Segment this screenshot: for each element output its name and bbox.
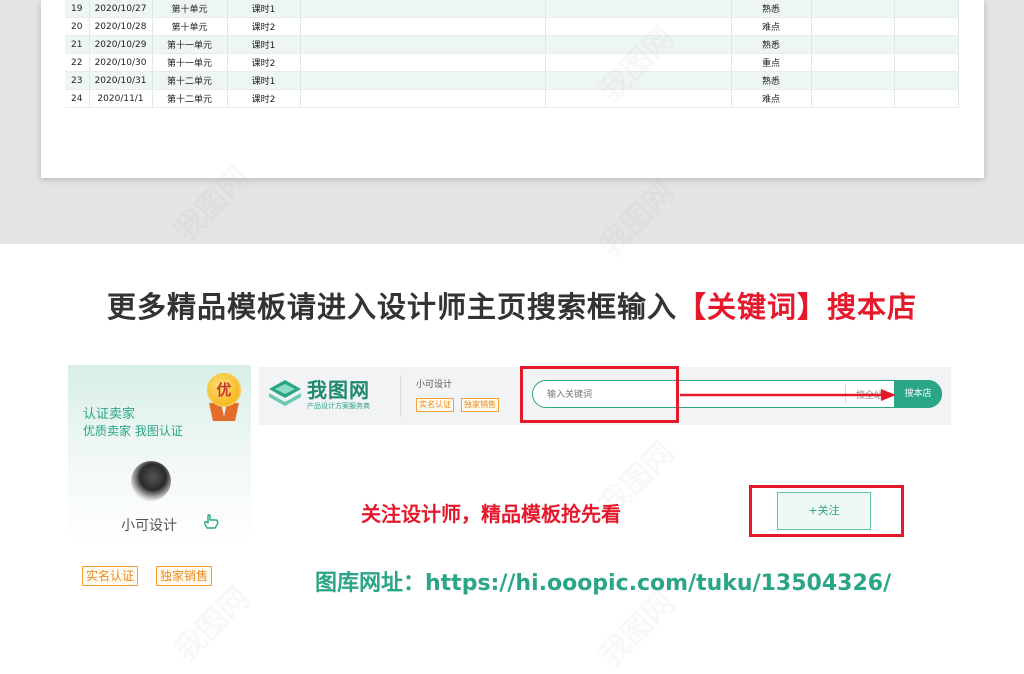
table-row: 24 2020/11/1 第十二单元 课时2 难点 <box>65 89 959 108</box>
empty-cell <box>894 17 959 36</box>
avatar[interactable] <box>131 461 171 501</box>
empty-cell <box>894 89 959 108</box>
verified-badge-small: 实名认证 <box>416 398 454 412</box>
unit-cell: 第十单元 <box>152 17 228 36</box>
medal-label: 优 <box>207 373 241 407</box>
schedule-table: 19 2020/10/27 第十单元 课时1 熟悉 20 2020/10/28 第十单元 课时2… <box>65 0 959 108</box>
seller-subtitle: 优质卖家 我图认证 <box>83 424 183 438</box>
note-cell: 重点 <box>731 53 812 72</box>
logo-icon <box>269 380 301 406</box>
empty-cell <box>300 53 546 72</box>
date-cell: 2020/10/28 <box>89 17 153 36</box>
note-cell: 熟悉 <box>731 71 812 90</box>
date-cell: 2020/10/29 <box>89 35 153 54</box>
lesson-cell: 课时2 <box>227 17 301 36</box>
unit-cell: 第十单元 <box>152 0 228 18</box>
empty-cell <box>300 0 546 18</box>
lesson-cell: 课时1 <box>227 0 301 18</box>
row-number-cell: 20 <box>65 17 90 36</box>
search-store-button[interactable]: 搜本店 <box>894 380 942 408</box>
headline-highlight: 【关键词】搜本店 <box>677 290 918 324</box>
seller-name[interactable]: 小可设计 <box>121 515 177 535</box>
unit-cell: 第十二单元 <box>152 71 228 90</box>
note-cell: 难点 <box>731 17 812 36</box>
lesson-cell: 课时2 <box>227 89 301 108</box>
empty-cell <box>811 71 895 90</box>
unit-cell: 第十二单元 <box>152 89 228 108</box>
table-row: 23 2020/10/31 第十二单元 课时1 熟悉 <box>65 71 959 90</box>
empty-cell <box>811 53 895 72</box>
empty-cell <box>545 17 732 36</box>
empty-cell <box>300 89 546 108</box>
unit-cell: 第十一单元 <box>152 35 228 54</box>
medal-icon: 优 <box>205 373 243 423</box>
empty-cell <box>811 0 895 18</box>
exclusive-badge-small: 独家销售 <box>461 398 499 412</box>
row-number-cell: 23 <box>65 71 90 90</box>
table-row: 20 2020/10/28 第十单元 课时2 难点 <box>65 17 959 36</box>
shop-name[interactable]: 小可设计 <box>416 377 452 390</box>
follow-tip: 关注设计师，精品模板抢先看 <box>361 502 621 526</box>
headline-main: 更多精品模板请进入设计师主页搜索框输入 <box>106 290 677 324</box>
empty-cell <box>300 35 546 54</box>
verified-badge: 实名认证 <box>82 566 139 586</box>
date-cell: 2020/10/30 <box>89 53 153 72</box>
lesson-cell: 课时2 <box>227 53 301 72</box>
row-number-cell: 22 <box>65 53 90 72</box>
empty-cell <box>894 71 959 90</box>
seller-title: 认证卖家 <box>83 407 136 422</box>
empty-cell <box>300 71 546 90</box>
logo-tagline: 产品设计方案服务商 <box>307 402 370 410</box>
document-preview-area: 19 2020/10/27 第十单元 课时1 熟悉 20 2020/10/28 第十单元 课时2… <box>0 0 1024 244</box>
empty-cell <box>545 89 732 108</box>
date-cell: 2020/10/31 <box>89 71 153 90</box>
table-row: 19 2020/10/27 第十单元 课时1 熟悉 <box>65 0 959 18</box>
divider <box>400 375 401 417</box>
empty-cell <box>300 17 546 36</box>
search-highlight-box <box>520 366 679 423</box>
lesson-cell: 课时1 <box>227 35 301 54</box>
empty-cell <box>545 35 732 54</box>
empty-cell <box>894 0 959 18</box>
empty-cell <box>545 0 732 18</box>
empty-cell <box>894 53 959 72</box>
unit-cell: 第十一单元 <box>152 53 228 72</box>
hand-pointer-icon <box>203 514 219 529</box>
watermark: 我图网 <box>168 580 257 669</box>
arrow-right-icon <box>680 389 896 401</box>
empty-cell <box>545 53 732 72</box>
table-row: 21 2020/10/29 第十一单元 课时1 熟悉 <box>65 35 959 54</box>
empty-cell <box>545 71 732 90</box>
note-cell: 难点 <box>731 89 812 108</box>
document-page: 19 2020/10/27 第十单元 课时1 熟悉 20 2020/10/28 第十单元 课时2… <box>41 0 984 178</box>
table-row: 22 2020/10/30 第十一单元 课时2 重点 <box>65 53 959 72</box>
date-cell: 2020/11/1 <box>89 89 153 108</box>
gallery-url[interactable]: 图库网址：https://hi.ooopic.com/tuku/13504326… <box>315 565 891 597</box>
promo-headline: 更多精品模板请进入设计师主页搜索框输入【关键词】搜本店 <box>0 284 1024 326</box>
seller-card: 认证卖家 优质卖家 我图认证 优 小可设计 <box>68 365 251 543</box>
note-cell: 熟悉 <box>731 0 812 18</box>
row-number-cell: 21 <box>65 35 90 54</box>
empty-cell <box>811 89 895 108</box>
row-number-cell: 24 <box>65 89 90 108</box>
follow-button[interactable]: +关注 <box>777 492 871 530</box>
date-cell: 2020/10/27 <box>89 0 153 18</box>
logo-text[interactable]: 我图网 <box>307 374 370 403</box>
empty-cell <box>811 35 895 54</box>
exclusive-badge: 独家销售 <box>156 566 213 586</box>
empty-cell <box>811 17 895 36</box>
note-cell: 熟悉 <box>731 35 812 54</box>
lesson-cell: 课时1 <box>227 71 301 90</box>
row-number-cell: 19 <box>65 0 90 18</box>
empty-cell <box>894 35 959 54</box>
